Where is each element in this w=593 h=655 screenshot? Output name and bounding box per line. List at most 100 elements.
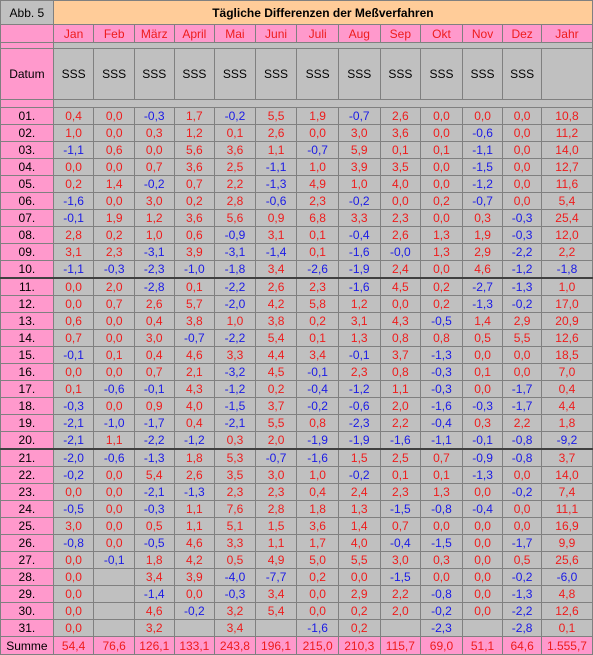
value-cell: 2,6	[254, 277, 298, 296]
sss-cell: SSS	[420, 48, 463, 100]
value-cell: 4,3	[379, 312, 422, 330]
value-cell: -0,1	[93, 551, 135, 569]
value-cell: 0,4	[173, 414, 216, 432]
table-row: 19. -2,1 -1,0 -1,7 0,4 -2,1 5,5 0,8 -2,3 2,2 -0,4 0…	[0, 414, 593, 432]
value-cell: 4,6	[461, 260, 504, 279]
value-cell: 0,5	[133, 517, 175, 535]
table-row: 09. 3,1 2,3 -3,1 3,9 -3,1 -1,4 0,1 -1,6 -0,0 1,3 2,…	[0, 243, 593, 261]
summe-row: Summe 54,4 76,6 126,1 133,1 243,8 196,1 215,0 21…	[0, 636, 593, 655]
value-cell: 2,6	[133, 295, 175, 313]
value-cell: 0,0	[502, 175, 542, 193]
value-cell: 0,3	[133, 124, 175, 142]
value-cell: 0,2	[420, 277, 463, 296]
value-cell: 3,1	[52, 243, 95, 261]
value-cell: 3,0	[337, 124, 381, 142]
sss-cell: SSS	[214, 48, 256, 100]
value-cell: -0,1	[296, 363, 339, 381]
table-row: 23. 0,0 0,0 -2,1 -1,3 2,3 2,3 0,4 2,4 2,3 1,3 0,0 -0…	[0, 483, 593, 501]
table-row: 11. 0,0 2,0 -2,8 0,1 -2,2 2,6 2,3 -1,6 4,5 0,2 -2,7…	[0, 277, 593, 296]
sss-cell: SSS	[254, 48, 298, 100]
value-cell: -0,2	[173, 602, 216, 620]
value-cell: 0,0	[93, 397, 135, 415]
value-cell: 0,0	[502, 466, 542, 484]
day-label: 29.	[0, 585, 54, 603]
value-cell: 0,2	[93, 226, 135, 244]
value-cell: 5,3	[214, 448, 256, 467]
value-cell	[173, 619, 216, 637]
value-cell: -0,1	[52, 346, 95, 364]
value-cell: 0,0	[52, 619, 95, 637]
value-cell: 1,9	[93, 209, 135, 227]
value-cell: 0,1	[461, 363, 504, 381]
value-cell: 0,3	[214, 431, 256, 450]
value-cell: 4,6	[173, 346, 216, 364]
value-cell: -0,2	[133, 175, 175, 193]
figure-label: Abb. 5	[0, 0, 54, 25]
sss-cell: SSS	[296, 48, 339, 100]
value-cell: 0,1	[214, 124, 256, 142]
value-cell: 11,2	[540, 124, 593, 142]
value-cell: 4,2	[173, 551, 216, 569]
value-cell: -0,6	[93, 448, 135, 467]
value-cell: 0,0	[461, 483, 504, 501]
value-cell: 0,0	[461, 534, 504, 552]
value-cell: 0,3	[420, 551, 463, 569]
value-cell: -2,2	[214, 277, 256, 296]
day-label: 30.	[0, 602, 54, 620]
value-cell: 5,4	[254, 602, 298, 620]
value-cell: -0,1	[133, 380, 175, 398]
day-label: 14.	[0, 329, 54, 347]
value-cell: 3,2	[133, 619, 175, 637]
month-header: Jahr	[540, 24, 593, 43]
value-cell: 2,9	[337, 585, 381, 603]
value-cell: 12,7	[540, 158, 593, 176]
day-label: 07.	[0, 209, 54, 227]
value-cell: -2,8	[502, 619, 542, 637]
value-cell: -1,6	[52, 192, 95, 210]
value-cell: 2,3	[214, 483, 256, 501]
table-row: 03. -1,1 0,6 0,0 5,6 3,6 1,1 -0,7 5,9 0,1 0,1 -1,1 0…	[0, 141, 593, 159]
value-cell: 0,0	[502, 363, 542, 381]
value-cell: -2,2	[133, 431, 175, 450]
value-cell: -0,4	[420, 414, 463, 432]
value-cell: 1,9	[461, 226, 504, 244]
value-cell: -1,1	[52, 260, 95, 279]
value-cell: 0,0	[296, 602, 339, 620]
value-cell: 3,7	[379, 346, 422, 364]
value-cell: 3,6	[173, 158, 216, 176]
value-cell: -1,3	[461, 466, 504, 484]
month-header: Feb	[93, 24, 135, 43]
month-header-row: Jan Feb März April Mai Juni Juli Aug Sep Okt Nov De…	[0, 24, 593, 43]
value-cell: 2,8	[52, 226, 95, 244]
value-cell: 2,2	[379, 585, 422, 603]
value-cell: 0,0	[133, 141, 175, 159]
value-cell: 0,0	[420, 568, 463, 586]
day-label: 05.	[0, 175, 54, 193]
value-cell: 0,0	[461, 585, 504, 603]
table-row: 07. -0,1 1,9 1,2 3,6 5,6 0,9 6,8 3,3 2,3 0,0 0,3 -0,…	[0, 209, 593, 227]
value-cell: 1,3	[337, 329, 381, 347]
value-cell: 0,0	[93, 534, 135, 552]
value-cell: 0,1	[540, 619, 593, 637]
value-cell: 2,3	[296, 192, 339, 210]
value-cell: -0,6	[337, 397, 381, 415]
summe-cell: 210,3	[337, 636, 381, 655]
value-cell: -1,1	[420, 431, 463, 450]
value-cell: 25,6	[540, 551, 593, 569]
value-cell: 0,0	[52, 585, 95, 603]
value-cell: 0,7	[52, 329, 95, 347]
summe-cell: 215,0	[296, 636, 339, 655]
table-row: 05. 0,2 1,4 -0,2 0,7 2,2 -1,3 4,9 1,0 4,0 0,0 -1,2 0…	[0, 175, 593, 193]
value-cell: 0,0	[93, 312, 135, 330]
value-cell: 1,1	[173, 500, 216, 518]
day-label: 31.	[0, 619, 54, 637]
value-cell: 4,5	[379, 277, 422, 296]
value-cell: 1,1	[379, 380, 422, 398]
value-cell: 0,1	[296, 243, 339, 261]
value-cell: 0,0	[379, 295, 422, 313]
value-cell: 3,5	[214, 466, 256, 484]
value-cell: 0,0	[52, 602, 95, 620]
value-cell: 0,8	[379, 363, 422, 381]
day-label: 10.	[0, 260, 54, 279]
data-table: Abb. 5 Tägliche Differenzen der Meßverfa…	[0, 0, 593, 655]
